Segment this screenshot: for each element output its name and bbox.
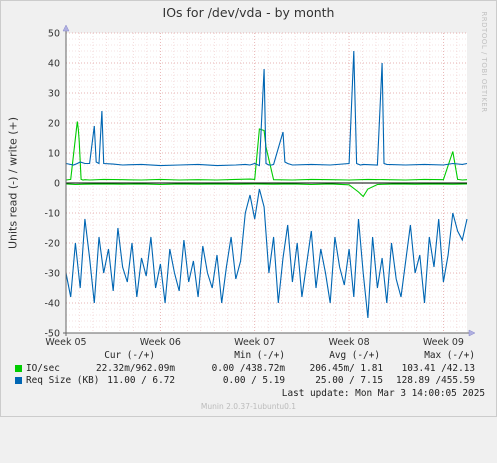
x-tick-label: Week 09 xyxy=(423,337,464,348)
y-tick-label: 20 xyxy=(48,119,60,130)
y-axis-arrow xyxy=(62,24,70,32)
legend-max-reqsize: 128.89 /455.59 xyxy=(395,375,475,386)
legend-row-reqsize: Req Size (KB) 11.00 / 6.72 0.00 / 5.19 2… xyxy=(0,375,497,387)
chart-plot: -50-40-30-20-1001020304050Week 05 Week 06… xyxy=(44,24,476,348)
legend-swatch-iosec xyxy=(15,365,22,372)
legend-name-reqsize: Req Size (KB) xyxy=(26,375,100,386)
y-tick-label: -40 xyxy=(44,299,60,310)
y-tick-label: 50 xyxy=(48,29,60,40)
legend-header-avg: Avg (-/+) xyxy=(329,350,380,361)
last-update: Last update: Mon Mar 3 14:00:05 2025 xyxy=(281,388,485,399)
legend-cur-reqsize: 11.00 / 6.72 xyxy=(107,375,175,386)
x-tick-label: Week 05 xyxy=(45,337,86,348)
legend-header-row: Cur (-/+) Min (-/+) Avg (-/+) Max (-/+) xyxy=(0,350,497,362)
legend-name-iosec: IO/sec xyxy=(26,363,60,374)
x-tick-label: Week 07 xyxy=(234,337,275,348)
legend-swatch-reqsize xyxy=(15,377,22,384)
legend-header-cur: Cur (-/+) xyxy=(104,350,155,361)
legend-min-iosec: 0.00 /438.72m xyxy=(211,363,285,374)
x-axis-arrow xyxy=(468,329,476,337)
y-tick-label: 40 xyxy=(48,59,60,70)
y-tick-label: -10 xyxy=(44,209,60,220)
legend-avg-iosec: 206.45m/ 1.81 xyxy=(309,363,383,374)
y-tick-label: -20 xyxy=(44,239,60,250)
legend-header-max: Max (-/+) xyxy=(424,350,475,361)
legend-avg-reqsize: 25.00 / 7.15 xyxy=(315,375,383,386)
x-tick-label: Week 06 xyxy=(140,337,181,348)
x-tick-label: Week 08 xyxy=(328,337,369,348)
legend-min-reqsize: 0.00 / 5.19 xyxy=(222,375,285,386)
legend-cur-iosec: 22.32m/962.09m xyxy=(95,363,175,374)
legend-row-iosec: IO/sec 22.32m/962.09m 0.00 /438.72m 206.… xyxy=(0,363,497,375)
y-tick-label: 10 xyxy=(48,149,60,160)
legend-max-iosec: 103.41 /42.13 xyxy=(401,363,475,374)
y-tick-label: -30 xyxy=(44,269,60,280)
y-tick-label: 30 xyxy=(48,89,60,100)
munin-version: Munin 2.0.37-1ubuntu0.1 xyxy=(200,402,297,411)
legend-header-min: Min (-/+) xyxy=(234,350,285,361)
y-tick-label: 0 xyxy=(54,179,60,190)
